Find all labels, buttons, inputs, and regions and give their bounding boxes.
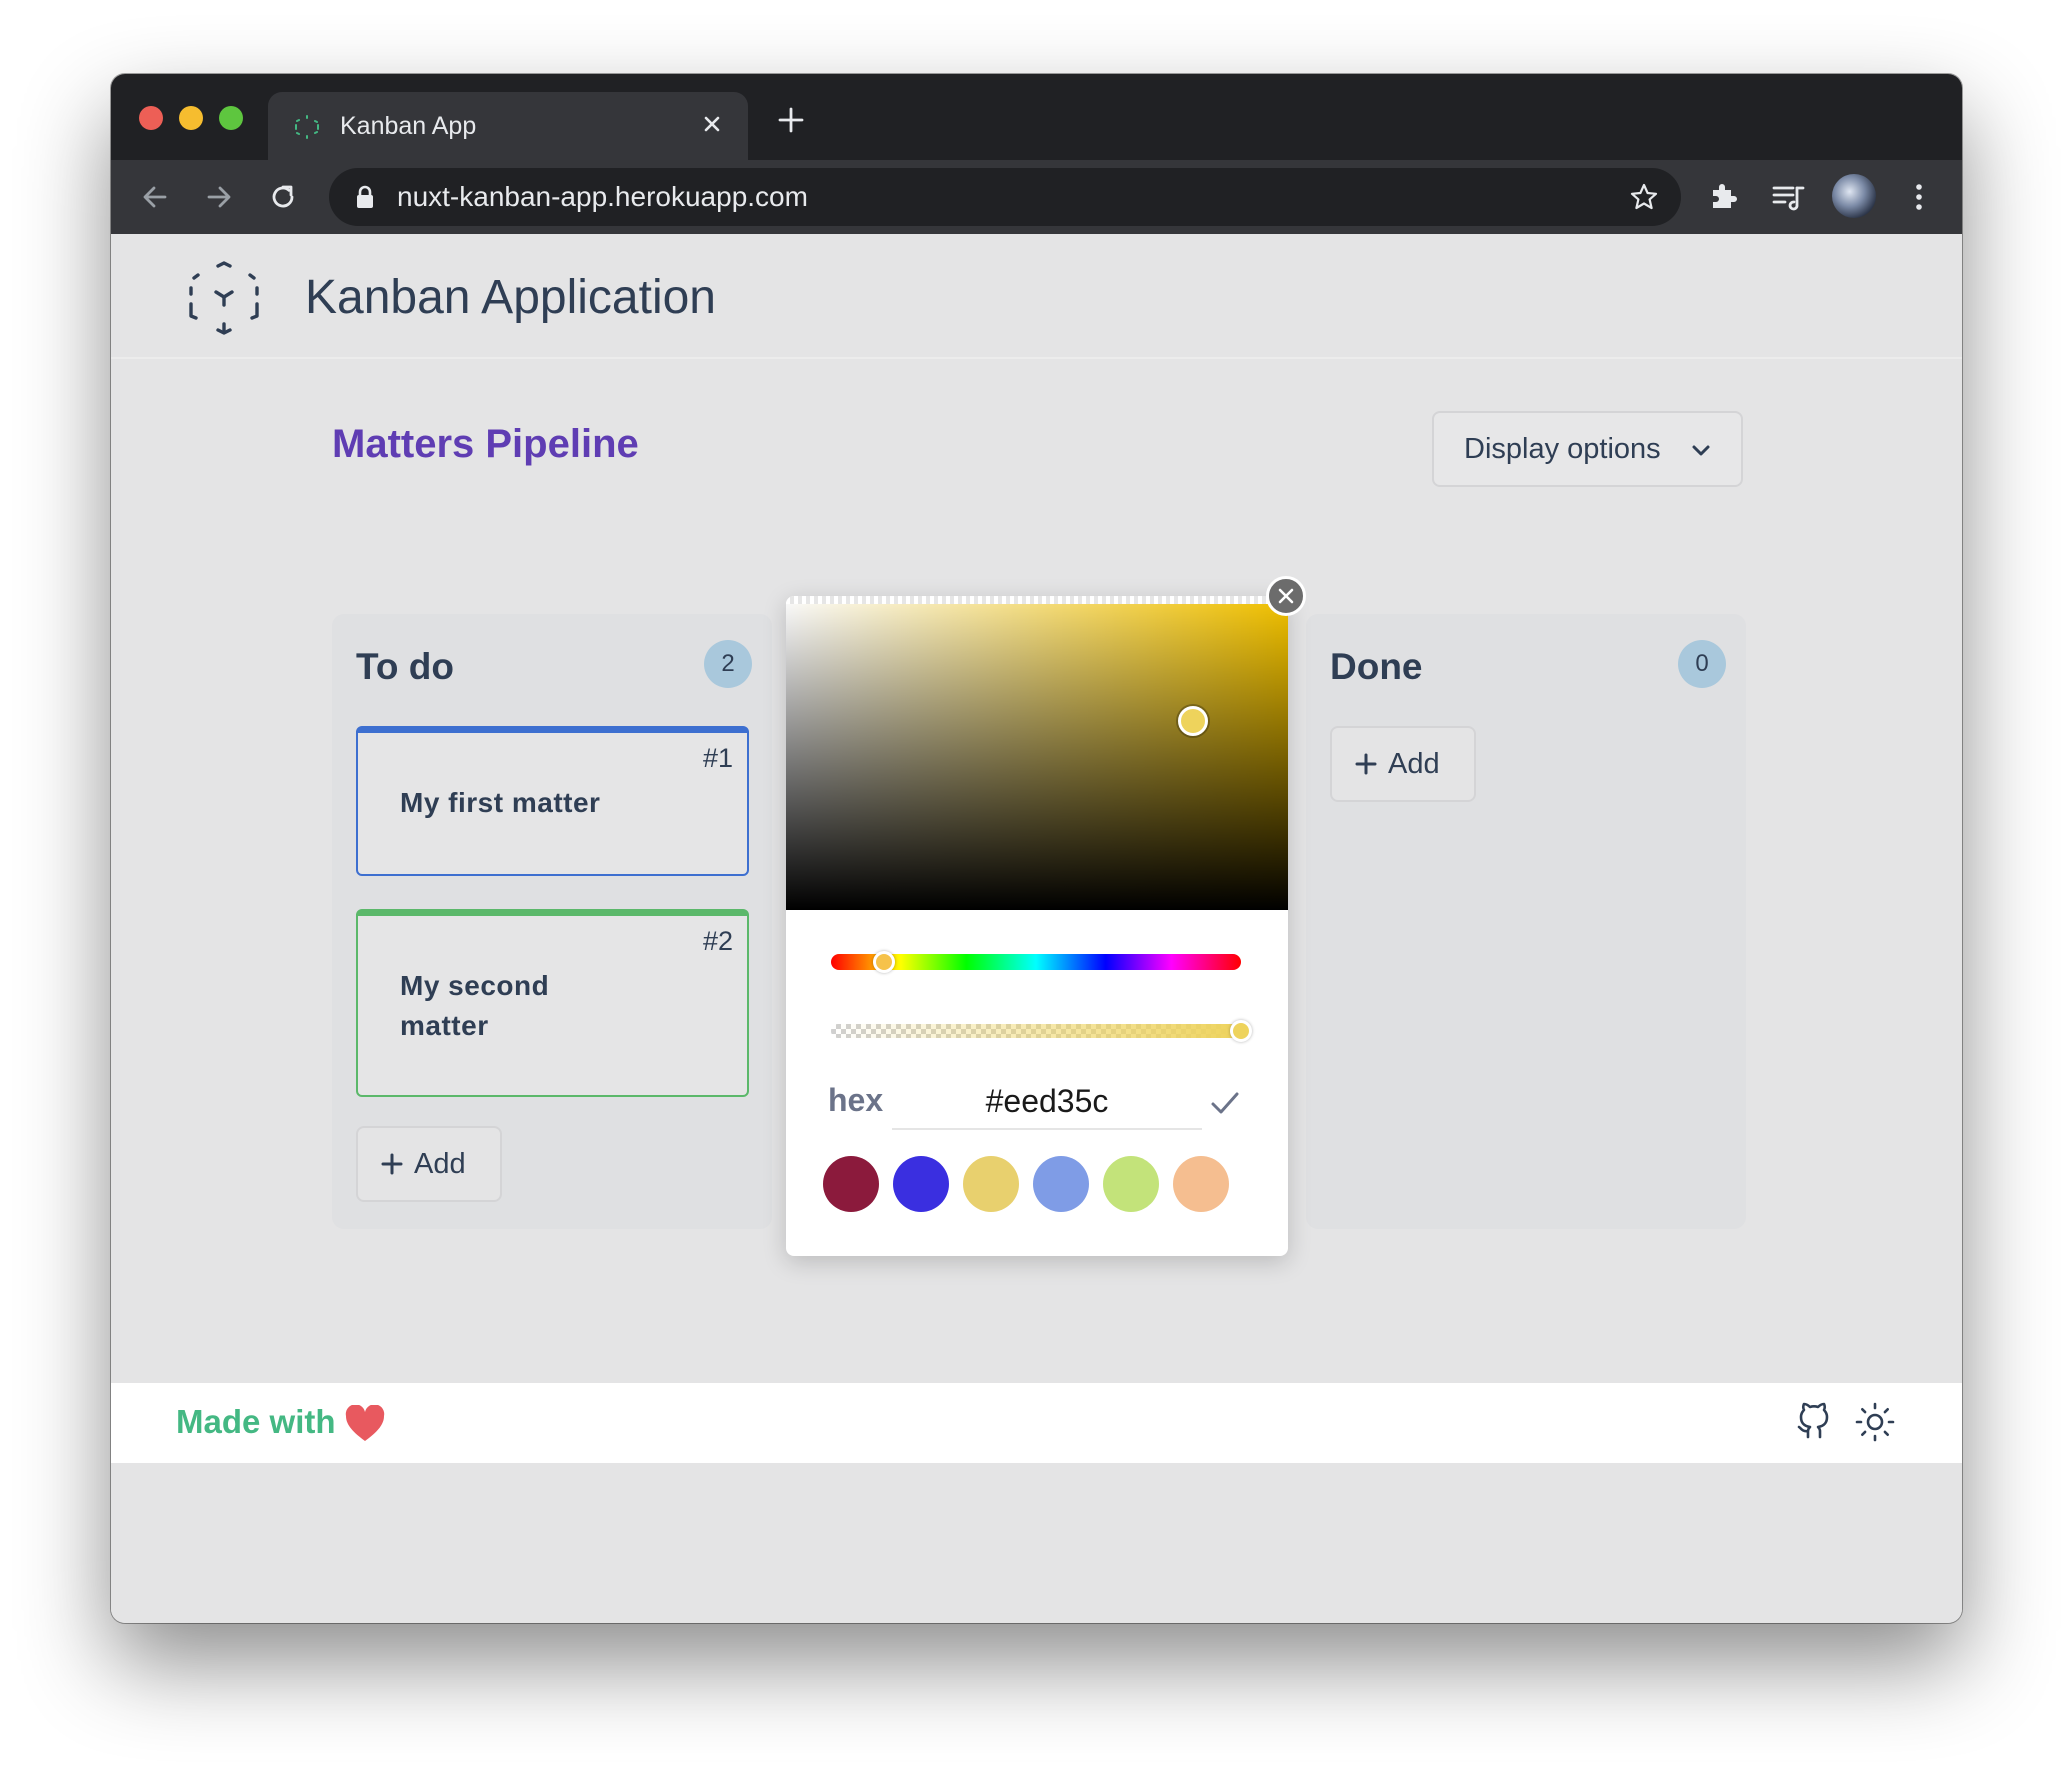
display-options-label: Display options bbox=[1464, 433, 1661, 465]
alpha-slider-thumb[interactable] bbox=[1230, 1020, 1252, 1042]
forward-arrow-icon[interactable] bbox=[199, 177, 239, 217]
card-number: #1 bbox=[702, 743, 733, 773]
check-icon[interactable] bbox=[1208, 1086, 1242, 1120]
color-picker-popover: hex bbox=[786, 576, 1306, 1256]
extensions-puzzle-icon[interactable] bbox=[1705, 178, 1743, 216]
column-count-badge: 2 bbox=[704, 640, 752, 688]
sv-top-border bbox=[786, 596, 1288, 604]
add-label: Add bbox=[414, 1148, 466, 1180]
display-options-button[interactable]: Display options bbox=[1432, 411, 1743, 487]
bookmark-star-icon[interactable] bbox=[1629, 182, 1659, 212]
column-done: Done 0 Add bbox=[1306, 614, 1746, 1229]
made-with-text: Made with bbox=[176, 1403, 336, 1440]
color-swatch[interactable] bbox=[1033, 1156, 1089, 1212]
card-number: #2 bbox=[702, 926, 733, 956]
new-tab-icon[interactable] bbox=[771, 100, 811, 140]
browser-window: Kanban App nuxt-kanban-app.herokuapp.com bbox=[111, 74, 1962, 1623]
plus-icon bbox=[1355, 753, 1377, 775]
app-header: Kanban Application bbox=[111, 234, 1962, 359]
browser-tab[interactable]: Kanban App bbox=[268, 92, 748, 160]
minimize-window-button[interactable] bbox=[179, 106, 203, 130]
tab-bar: Kanban App bbox=[111, 74, 1962, 160]
tab-title: Kanban App bbox=[340, 112, 477, 140]
column-title: To do bbox=[356, 646, 454, 687]
app-title: Kanban Application bbox=[305, 271, 716, 324]
card-title: My second matter bbox=[400, 970, 550, 1041]
column-title: Done bbox=[1330, 646, 1423, 687]
address-bar[interactable]: nuxt-kanban-app.herokuapp.com bbox=[329, 168, 1681, 226]
add-label: Add bbox=[1388, 748, 1440, 780]
reload-icon[interactable] bbox=[263, 177, 303, 217]
plus-icon bbox=[381, 1153, 403, 1175]
close-picker-button[interactable] bbox=[1266, 576, 1306, 616]
color-swatch[interactable] bbox=[1103, 1156, 1159, 1212]
media-playlist-icon[interactable] bbox=[1769, 178, 1807, 216]
color-selector-cursor[interactable] bbox=[1178, 706, 1208, 736]
matter-card[interactable]: #1 My first matter bbox=[356, 726, 749, 876]
maximize-window-button[interactable] bbox=[219, 106, 243, 130]
hex-input[interactable] bbox=[892, 1074, 1202, 1130]
more-menu-icon[interactable] bbox=[1900, 178, 1938, 216]
column-todo: To do 2 #1 My first matter #2 My second … bbox=[332, 614, 772, 1229]
sun-theme-icon[interactable] bbox=[1854, 1401, 1896, 1443]
browser-toolbar: nuxt-kanban-app.herokuapp.com bbox=[111, 160, 1962, 234]
column-count-badge: 0 bbox=[1678, 640, 1726, 688]
kanban-favicon-icon bbox=[295, 115, 319, 139]
color-swatch[interactable] bbox=[823, 1156, 879, 1212]
color-swatch[interactable] bbox=[963, 1156, 1019, 1212]
kanban-logo-icon bbox=[189, 261, 259, 335]
profile-avatar[interactable] bbox=[1832, 174, 1876, 218]
saturation-value-area[interactable] bbox=[786, 596, 1288, 910]
url-text: nuxt-kanban-app.herokuapp.com bbox=[397, 181, 808, 212]
add-card-button[interactable]: Add bbox=[356, 1126, 502, 1202]
close-icon bbox=[1278, 588, 1294, 604]
close-tab-icon[interactable] bbox=[696, 108, 728, 140]
close-window-button[interactable] bbox=[139, 106, 163, 130]
chevron-down-icon bbox=[1692, 445, 1710, 456]
heart-icon bbox=[345, 1405, 385, 1441]
back-arrow-icon[interactable] bbox=[135, 177, 175, 217]
color-swatch[interactable] bbox=[1173, 1156, 1229, 1212]
color-mode-label[interactable]: hex bbox=[828, 1082, 883, 1119]
color-swatch[interactable] bbox=[893, 1156, 949, 1212]
lock-icon bbox=[357, 185, 373, 208]
alpha-slider[interactable] bbox=[831, 1024, 1241, 1038]
card-title: My first matter bbox=[400, 787, 601, 818]
page-footer: Made with bbox=[111, 1383, 1962, 1463]
github-icon[interactable] bbox=[1793, 1401, 1835, 1443]
matter-card[interactable]: #2 My second matter bbox=[356, 909, 749, 1097]
add-card-button[interactable]: Add bbox=[1330, 726, 1476, 802]
board-title: Matters Pipeline bbox=[332, 422, 639, 466]
